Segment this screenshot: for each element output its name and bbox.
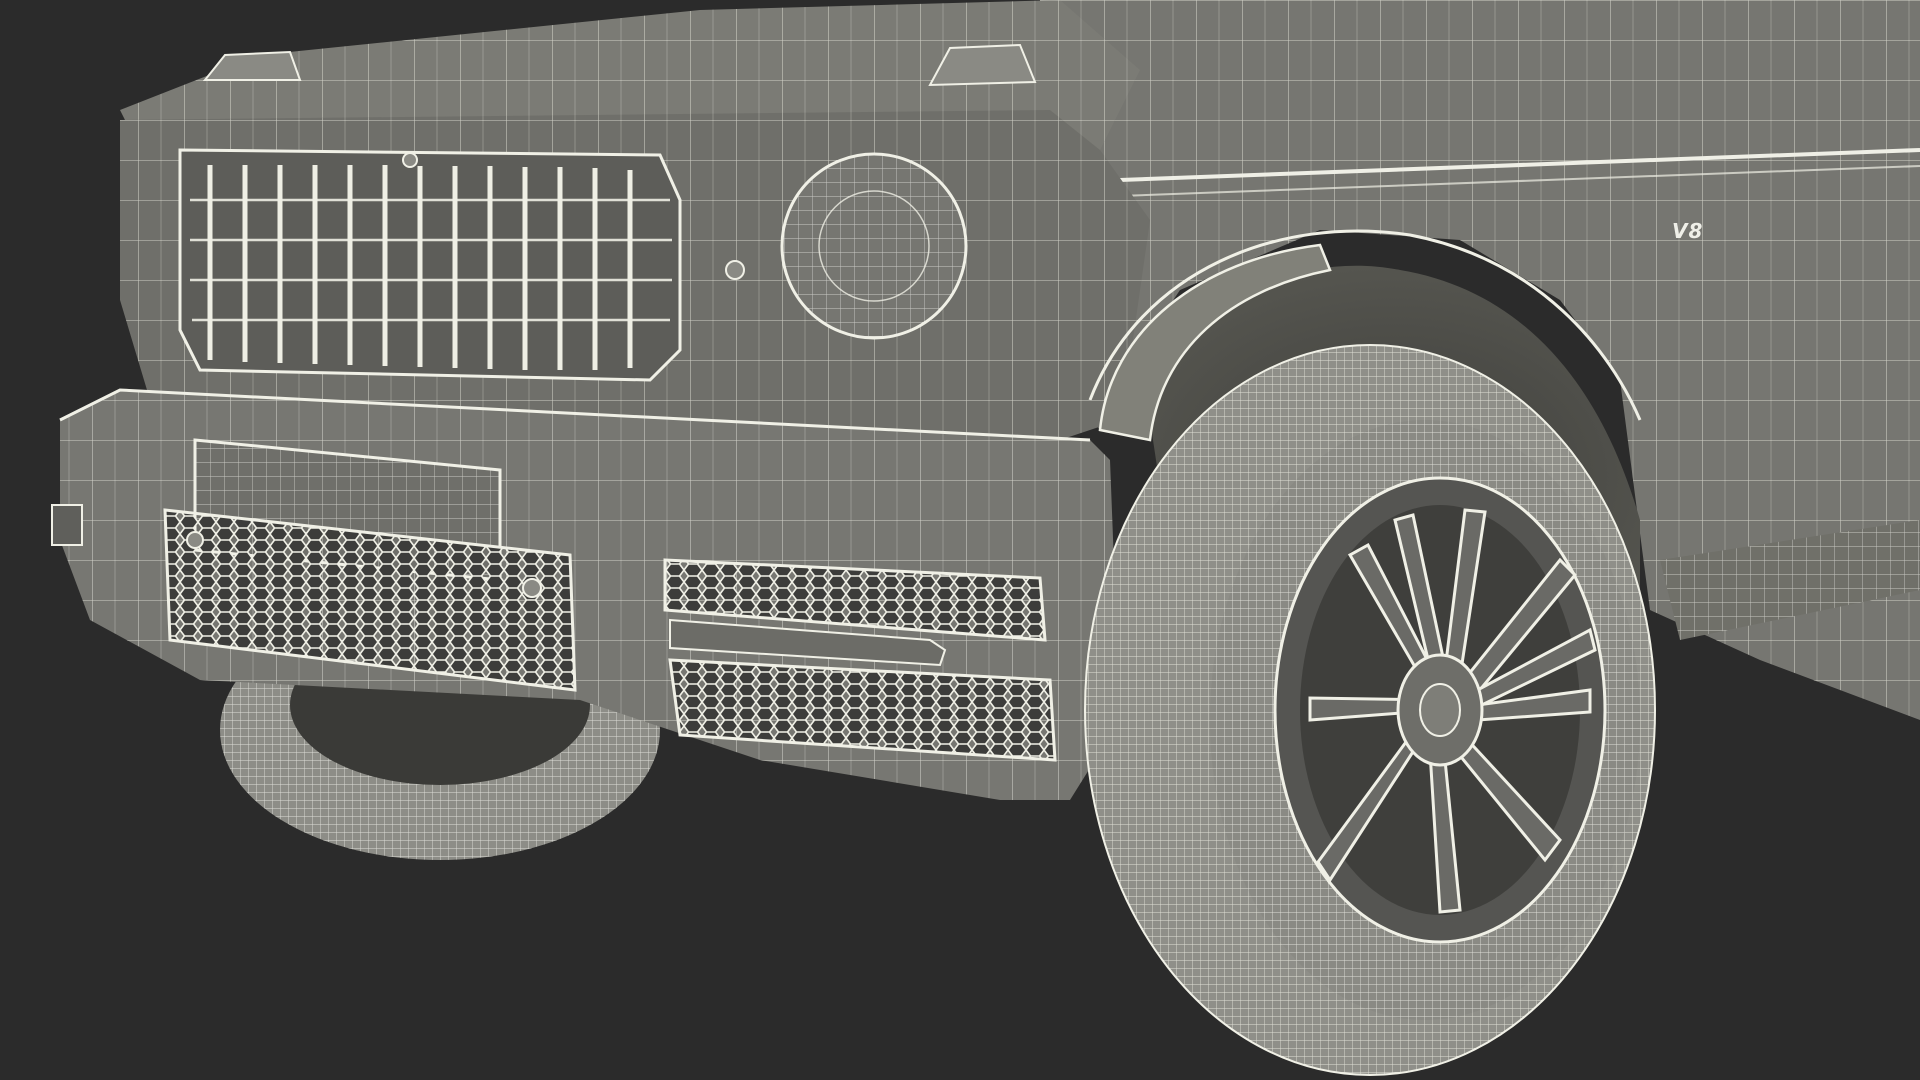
fog-sensor-icon <box>725 260 745 280</box>
wheel-rim <box>1273 476 1607 944</box>
front-wheel <box>1084 344 1656 1076</box>
front-grille <box>178 148 682 382</box>
render-viewport: V8 <box>51 0 1920 1076</box>
tow-hook-icon <box>51 504 83 546</box>
v8-badge-text: V8 <box>1672 219 1703 243</box>
grille-star-emblem <box>402 152 418 168</box>
hub-cap-icon <box>1419 683 1461 737</box>
v8-badge: V8 <box>1672 219 1703 243</box>
